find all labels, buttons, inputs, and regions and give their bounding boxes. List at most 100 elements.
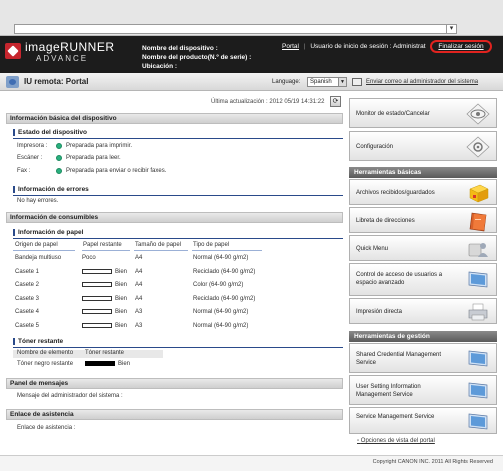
language-label: Language: bbox=[272, 79, 301, 85]
scanner-label: Escáner : bbox=[17, 155, 43, 161]
button-label: User Setting Information Management Serv… bbox=[356, 384, 421, 398]
paper-level-bar bbox=[82, 322, 112, 328]
footer: Copyright CANON INC. 2011 All Rights Res… bbox=[0, 455, 503, 471]
toner-title: Tóner restante bbox=[13, 338, 63, 345]
paper-level-bar bbox=[82, 282, 112, 287]
divider bbox=[13, 238, 343, 239]
status-ok-icon bbox=[56, 168, 62, 174]
address-dropdown-icon[interactable]: ▾ bbox=[446, 25, 456, 33]
user-access-control-button[interactable]: Control de acceso de usuarios a espacio … bbox=[349, 263, 497, 296]
paper-size: A4 bbox=[135, 255, 143, 261]
main-content: Última actualización : 2012 05/19 14:31:… bbox=[0, 91, 345, 455]
column-header: Origen de papel bbox=[15, 242, 58, 248]
login-user-label: Usuario de inicio de sesión : Administra… bbox=[310, 43, 426, 50]
paper-size: A3 bbox=[135, 309, 143, 315]
basic-info-header: Información básica del dispositivo bbox=[6, 113, 343, 124]
admin-message-label: Mensaje del administrador del sistema : bbox=[17, 393, 123, 399]
divider bbox=[134, 250, 188, 251]
paper-table-header: Origen de papel Papel restante Tamaño de… bbox=[13, 242, 273, 250]
page-title: IU remota: Portal bbox=[24, 77, 89, 86]
status-monitor-button[interactable]: Monitor de estado/Cancelar bbox=[349, 98, 497, 128]
monitor-icon bbox=[468, 271, 488, 288]
divider bbox=[13, 138, 343, 139]
header-links: Portal | Usuario de inicio de sesión : A… bbox=[282, 43, 426, 50]
paper-level-bar bbox=[82, 309, 112, 314]
language-value: Spanish bbox=[310, 79, 332, 85]
paper-source: Casete 3 bbox=[15, 295, 40, 302]
column-header: Tipo de papel bbox=[193, 242, 230, 248]
paper-size: A4 bbox=[135, 295, 143, 302]
paper-remaining: Bien bbox=[115, 295, 128, 302]
table-row: Casete 2 Bien A4 Color (64-90 g/m2) bbox=[15, 282, 275, 290]
paper-size: A4 bbox=[135, 282, 143, 288]
address-book-button[interactable]: Libreta de direcciones bbox=[349, 207, 497, 233]
refresh-button[interactable]: ⟳ bbox=[330, 96, 341, 107]
service-management-button[interactable]: Service Management Service bbox=[349, 407, 497, 434]
portal-options-link[interactable]: ▫ Opciones de vista del portal bbox=[357, 438, 435, 444]
column-header: Papel restante bbox=[83, 242, 122, 248]
button-label: Configuración bbox=[356, 144, 394, 150]
paper-remaining: Poco bbox=[82, 255, 96, 261]
printer-icon bbox=[468, 303, 488, 321]
table-row: Casete 1 Bien A4 Reciclado (64-90 g/m2) bbox=[15, 268, 275, 277]
paper-source: Bandeja multiuso bbox=[15, 255, 62, 261]
paper-remaining: Bien bbox=[115, 282, 128, 288]
quick-menu-button[interactable]: Quick Menu bbox=[349, 235, 497, 261]
copyright-text: Copyright CANON INC. 2011 All Rights Res… bbox=[372, 459, 493, 465]
mail-icon[interactable] bbox=[352, 78, 362, 86]
support-header: Enlace de asistencia bbox=[6, 409, 343, 420]
address-bar[interactable]: ▾ bbox=[14, 24, 457, 34]
paper-source: Casete 2 bbox=[15, 282, 40, 288]
column-header: Nombre de elemento bbox=[17, 350, 74, 356]
device-status-title: Estado del dispositivo bbox=[13, 129, 87, 136]
language-select[interactable]: Spanish ▼ bbox=[307, 77, 347, 87]
last-update-text: Última actualización : 2012 05/19 14:31:… bbox=[211, 99, 325, 105]
device-info: Nombre del dispositivo : Nombre del prod… bbox=[142, 44, 251, 71]
device-name-label: Nombre del dispositivo : bbox=[142, 45, 218, 52]
user-setting-info-button[interactable]: User Setting Information Management Serv… bbox=[349, 375, 497, 405]
mail-admin-link[interactable]: Enviar correo al administrador del siste… bbox=[366, 79, 478, 85]
paper-source: Casete 1 bbox=[15, 268, 40, 275]
management-tools-header: Herramientas de gestión bbox=[349, 331, 497, 342]
logo-subtitle: ADVANCE bbox=[36, 54, 89, 63]
chevron-down-icon[interactable]: ▼ bbox=[338, 78, 346, 86]
divider bbox=[192, 250, 262, 251]
toner-name: Tóner negro restante bbox=[17, 361, 74, 367]
direct-print-button[interactable]: Impresión directa bbox=[349, 298, 497, 324]
portal-link[interactable]: Portal bbox=[282, 43, 299, 50]
button-label: Shared Credential Management Service bbox=[356, 352, 442, 366]
fax-label: Fax : bbox=[17, 168, 31, 174]
paper-source: Casete 5 bbox=[15, 322, 40, 329]
portal-bar: IU remota: Portal Language: Spanish ▼ En… bbox=[0, 73, 503, 91]
gear-icon bbox=[466, 136, 490, 158]
logout-button[interactable]: Finalizar sesión bbox=[430, 40, 492, 53]
basic-tools-header: Herramientas básicas bbox=[349, 167, 497, 178]
divider bbox=[13, 347, 343, 348]
sidebar: Monitor de estado/Cancelar Configuración… bbox=[349, 91, 497, 455]
button-label: Monitor de estado/Cancelar bbox=[356, 111, 430, 117]
product-name-label: Nombre del producto(N.º de serie) : bbox=[142, 54, 252, 61]
paper-type: Normal (64-90 g/m2) bbox=[193, 309, 249, 315]
location-label: Ubicación : bbox=[142, 63, 178, 70]
paper-level-bar bbox=[82, 295, 112, 301]
toner-table-header: Nombre de elemento Tóner restante bbox=[13, 350, 163, 358]
column-header: Tóner restante bbox=[85, 350, 125, 356]
link-label: Opciones de vista del portal bbox=[360, 438, 435, 444]
paper-type: Reciclado (64-90 g/m2) bbox=[193, 295, 256, 302]
table-row: Casete 4 Bien A3 Normal (64-90 g/m2) bbox=[15, 309, 275, 317]
table-row: Tóner negro restante Bien bbox=[15, 361, 165, 369]
portal-icon bbox=[6, 76, 19, 88]
toner-level-bar bbox=[85, 361, 115, 366]
logo-title: imageRUNNER bbox=[25, 40, 115, 54]
folder-box-icon bbox=[469, 184, 489, 203]
divider bbox=[82, 250, 130, 251]
paper-info-title: Información de papel bbox=[13, 229, 83, 236]
column-header: Tamaño de papel bbox=[135, 242, 182, 248]
status-ok-icon bbox=[56, 155, 62, 161]
settings-button[interactable]: Configuración bbox=[349, 131, 497, 161]
received-files-button[interactable]: Archivos recibidos/guardados bbox=[349, 179, 497, 205]
canon-logo-icon bbox=[5, 43, 21, 59]
shared-credential-button[interactable]: Shared Credential Management Service bbox=[349, 343, 497, 373]
fax-status: Preparada para enviar o recibir faxes. bbox=[66, 168, 167, 174]
messages-header: Panel de mensajes bbox=[6, 378, 343, 389]
